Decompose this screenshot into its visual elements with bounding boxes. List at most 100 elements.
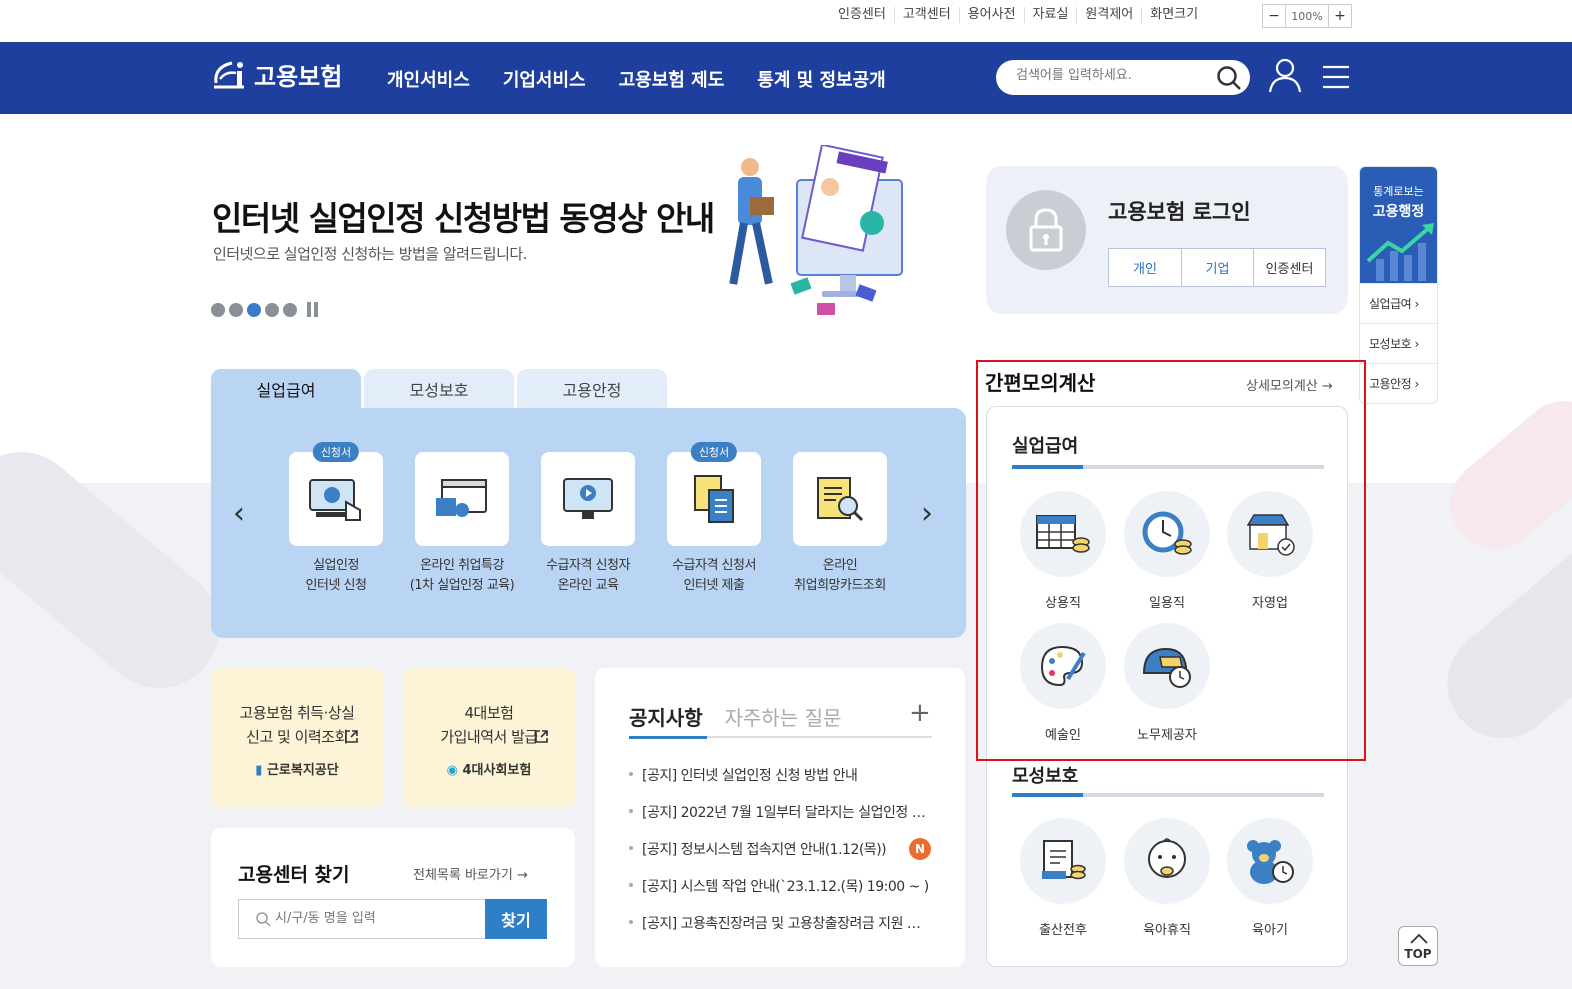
search-input[interactable] <box>1016 68 1206 83</box>
tab-faq[interactable]: 자주하는 질문 <box>725 702 842 731</box>
side-link-maternity[interactable]: 모성보호 › <box>1360 323 1437 363</box>
site-logo[interactable]: 고용보험 <box>210 53 342 95</box>
menu-icon[interactable] <box>1322 64 1350 90</box>
nav-insurance-system[interactable]: 고용보험 제도 <box>619 66 725 92</box>
notice-item[interactable]: [공지] 시스템 작업 안내(`23.1.12.(목) 19:00 ~ ) <box>629 876 929 913</box>
form-badge: 신청서 <box>690 442 738 462</box>
login-title: 고용보험 로그인 <box>1108 200 1251 224</box>
baby-icon <box>1124 818 1210 904</box>
tab-employment-stability[interactable]: 고용안정 <box>517 369 667 409</box>
tab-notice[interactable]: 공지사항 <box>629 702 703 731</box>
util-link-customer[interactable]: 고객센터 <box>893 7 959 23</box>
service-item[interactable]: 수급자격 신청자 온라인 교육 <box>523 452 653 596</box>
logo-icon <box>214 61 244 89</box>
slide-dot-active[interactable] <box>247 302 261 317</box>
membership-certificate-card[interactable]: 4대보험 가입내역서 발급 ◉ 4대사회보험 <box>403 668 575 808</box>
slide-dot[interactable] <box>211 302 225 317</box>
statistics-banner[interactable]: 통계로보는 고용행정 <box>1360 167 1437 283</box>
zoom-in-button[interactable]: + <box>1329 5 1351 27</box>
chart-up-icon <box>1366 223 1434 281</box>
main-nav: 개인서비스 기업서비스 고용보험 제도 통계 및 정보공개 <box>387 66 886 92</box>
slide-dot[interactable] <box>265 302 279 317</box>
login-certificate-button[interactable]: 인증센터 <box>1253 249 1325 286</box>
arrow-right-icon: → <box>516 868 528 883</box>
center-search-input[interactable] <box>275 911 475 926</box>
util-link-auth[interactable]: 인증센터 <box>838 7 894 23</box>
section-underline <box>1012 793 1324 797</box>
util-link-screen-size: 화면크기 <box>1141 7 1206 23</box>
util-link-glossary[interactable]: 용어사전 <box>958 7 1024 23</box>
service-item[interactable]: 온라인 취업특강 (1차 실업인정 교육) <box>397 452 527 596</box>
nav-statistics[interactable]: 통계 및 정보공개 <box>757 66 885 92</box>
notice-item[interactable]: [공지] 고용촉진장려금 및 고용창출장려금 지원 안내 <box>629 913 929 950</box>
slide-dot[interactable] <box>229 302 243 317</box>
util-link-archive[interactable]: 자료실 <box>1023 7 1077 23</box>
notice-box: 공지사항 자주하는 질문 + [공지] 인터넷 실업인정 신청 방법 안내 [공… <box>595 668 965 967</box>
nav-personal-service[interactable]: 개인서비스 <box>387 66 470 92</box>
service-label: 수급자격 신청서 인터넷 제출 <box>672 558 756 593</box>
section-maternity-title: 모성보호 <box>1012 766 1079 787</box>
service-icon-box: 신청서 <box>289 442 383 546</box>
online-application-icon <box>309 478 361 521</box>
nav-business-service[interactable]: 기업서비스 <box>503 66 586 92</box>
banner-big-text: 고용행정 <box>1372 204 1425 220</box>
service-label: 실업인정 인터넷 신청 <box>305 558 367 593</box>
video-lecture-icon <box>436 479 487 517</box>
logo-text: 고용보험 <box>254 62 343 91</box>
find-button[interactable]: 찾기 <box>485 899 547 939</box>
external-link-icon <box>345 730 358 743</box>
next-arrow-icon[interactable]: › <box>921 496 933 531</box>
document-coins-icon <box>1020 818 1106 904</box>
hero-subtitle: 인터넷으로 실업인정 신청하는 방법을 알려드립니다. <box>213 245 527 263</box>
user-icon[interactable] <box>1267 56 1303 96</box>
side-link-unemployment[interactable]: 실업급여 › <box>1360 283 1437 323</box>
center-search-field <box>238 899 485 939</box>
service-item[interactable]: 온라인 취업희망카드조회 <box>775 452 905 596</box>
calc-item-label: 육아휴직 <box>1143 923 1191 938</box>
side-link-stability[interactable]: 고용안정 › <box>1360 363 1437 403</box>
service-item[interactable]: 신청서 수급자격 신청서 인터넷 제출 <box>649 442 779 596</box>
new-badge: N <box>909 838 931 860</box>
service-icon-box: 신청서 <box>667 442 761 546</box>
search-icon[interactable] <box>1216 65 1242 91</box>
login-personal-button[interactable]: 개인 <box>1109 249 1181 286</box>
tab-maternity[interactable]: 모성보호 <box>364 369 514 409</box>
4insure-brand: ◉ 4대사회보험 <box>446 763 532 778</box>
document-submit-icon <box>694 475 734 523</box>
login-box: 고용보험 로그인 개인 기업 인증센터 <box>986 166 1348 314</box>
calc-item-label: 육아기 <box>1252 923 1288 938</box>
zoom-value: 100% <box>1285 5 1329 27</box>
hero-pagination <box>211 302 318 317</box>
service-icon-box <box>793 452 887 546</box>
notice-item[interactable]: [공지] 2022년 7월 1일부터 달라지는 실업인정 제도 안내 <box>629 802 929 839</box>
calc-parental-leave[interactable]: 육아휴직 <box>1115 818 1219 938</box>
notice-tabs: 공지사항 자주하는 질문 <box>629 702 841 731</box>
utility-bar: 인증센터 고객센터 용어사전 자료실 원격제어 화면크기 − 100% + <box>0 0 1572 42</box>
util-link-remote[interactable]: 원격제어 <box>1076 7 1141 23</box>
notice-tab-underline <box>629 736 932 739</box>
notice-item[interactable]: [공지] 정보시스템 접속지연 안내(1.12(목)) <box>629 839 899 876</box>
form-badge: 신청서 <box>312 442 360 462</box>
calc-maternity-leave[interactable]: 출산전후 <box>1011 818 1115 938</box>
online-education-icon <box>563 478 613 519</box>
service-item[interactable]: 신청서 실업인정 인터넷 신청 <box>271 442 401 596</box>
scroll-top-button[interactable]: TOP <box>1398 926 1438 966</box>
lock-icon <box>1006 190 1086 270</box>
notice-item[interactable]: [공지] 인터넷 실업인정 신청 방법 안내 <box>629 765 929 802</box>
view-all-link[interactable]: 전체목록 바로가기 → <box>413 864 528 883</box>
prev-arrow-icon[interactable]: ‹ <box>233 496 245 531</box>
slide-dot[interactable] <box>283 302 297 317</box>
banner-small-text: 통계로보는 <box>1373 185 1424 198</box>
comwel-brand: ▮ 근로복지공단 <box>255 763 339 778</box>
pause-icon[interactable] <box>307 302 318 317</box>
calc-item-label: 출산전후 <box>1039 923 1087 938</box>
hero-title[interactable]: 인터넷 실업인정 신청방법 동영상 안내 <box>212 192 715 240</box>
more-plus-icon[interactable]: + <box>909 698 931 728</box>
login-business-button[interactable]: 기업 <box>1181 249 1253 286</box>
service-panel: ‹ › 신청서 실업인정 인터넷 신청 온라인 취업특강 (1차 실업인정 교육… <box>211 408 966 638</box>
teddy-bear-clock-icon <box>1227 818 1313 904</box>
calc-childcare-period[interactable]: 육아기 <box>1218 818 1322 938</box>
tab-unemployment[interactable]: 실업급여 <box>211 369 361 409</box>
service-tabs: 실업급여 모성보호 고용안정 <box>211 369 667 409</box>
zoom-out-button[interactable]: − <box>1263 5 1285 27</box>
